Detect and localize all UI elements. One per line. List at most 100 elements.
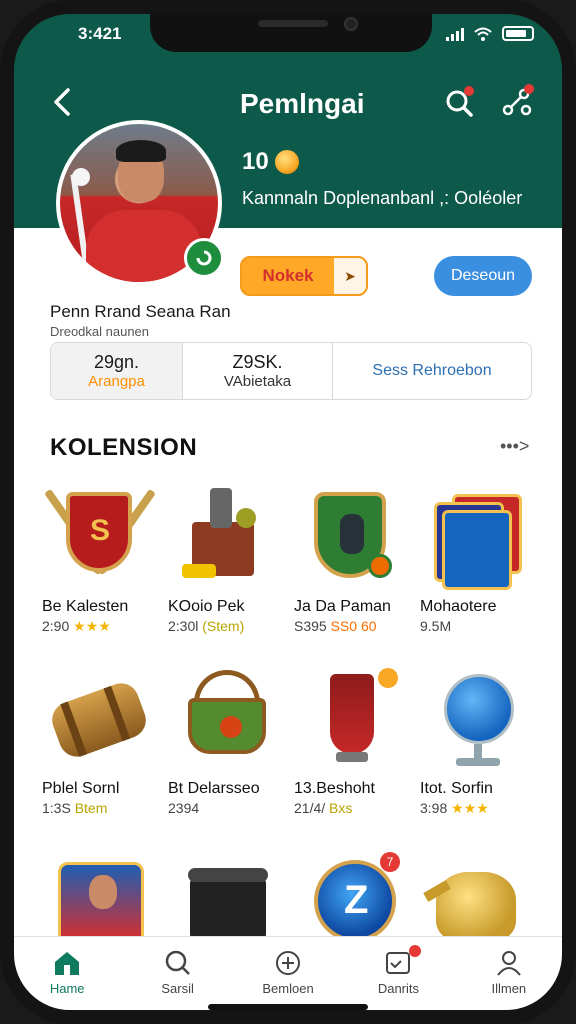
card-pack-icon — [426, 482, 530, 592]
item-name: 13.Beshoht — [294, 780, 375, 797]
item-tag: Bxs — [329, 800, 353, 816]
item-name: Mohaotere — [420, 598, 497, 615]
notification-dot — [524, 84, 534, 94]
collection-item[interactable]: Ja Da Paman S395 SS0 60 — [294, 482, 414, 634]
profile-subtitle: Dreodkal naunen — [50, 324, 150, 339]
collection-item[interactable]: Itot. Sorfin 3:98 ★★★ — [420, 664, 540, 817]
item-meta: 21/4/ Bxs — [294, 800, 414, 816]
collection-item[interactable] — [420, 854, 540, 942]
item-meta: S395 SS0 60 — [294, 618, 414, 634]
search-button[interactable] — [444, 86, 474, 118]
stat-label: VAbietaka — [223, 373, 292, 390]
item-tag: (Stem) — [202, 618, 245, 634]
primary-action-label: Nokek — [262, 266, 314, 285]
item-name: Bt Delarsseo — [168, 780, 260, 797]
item-meta-value: 2:90 — [42, 618, 70, 634]
collection-title: KOLENSION — [50, 434, 198, 461]
collection-item[interactable]: KOoio Pek 2:30l (Stem) — [168, 482, 288, 634]
signal-icon — [446, 27, 464, 41]
search-icon — [165, 950, 190, 975]
blue-coin-icon: Z 7 — [300, 852, 404, 942]
status-time: 3:421 — [78, 24, 122, 43]
collection-item[interactable]: Z 7 — [294, 852, 414, 942]
item-rating: ★★★ — [73, 618, 111, 634]
item-price: SS0 60 — [330, 618, 377, 634]
coin-icon — [274, 150, 299, 174]
nav-label: Hame — [49, 981, 85, 996]
item-meta-value: 1:3S — [42, 800, 71, 816]
item-meta: 2:90 ★★★ — [42, 618, 162, 635]
item-badge: 7 — [380, 852, 400, 872]
stat-link[interactable]: Sess Rehroebon — [333, 343, 531, 399]
nav-profile[interactable]: Illmen — [454, 937, 564, 1016]
collection-item[interactable]: S Be Kalesten 2:90 ★★★ — [42, 482, 162, 635]
stat-followers[interactable]: 29gn. Arangpa — [51, 343, 183, 399]
player-card-icon — [48, 854, 152, 942]
stat-following[interactable]: Z9SK. VAbietaka — [183, 343, 333, 399]
black-jar-icon — [174, 854, 278, 944]
item-meta: 1:3S Btem — [42, 800, 162, 816]
stat-link-label: Sess Rehroebon — [372, 362, 492, 379]
team-badge-icon — [300, 482, 404, 592]
barrel-icon — [47, 664, 152, 774]
nav-home[interactable]: Hame — [12, 937, 122, 1016]
item-meta: 3:98 ★★★ — [420, 800, 540, 817]
ball-graphic — [72, 168, 90, 186]
collection-item[interactable]: 13.Beshoht 21/4/ Bxs — [294, 664, 414, 816]
globe-icon — [426, 664, 530, 774]
item-rating: ★★★ — [451, 800, 489, 816]
collection-item[interactable]: Bt Delarsseo 2394 — [168, 664, 288, 816]
collection-item[interactable] — [42, 854, 162, 942]
notification-dot — [409, 945, 422, 957]
plus-circle-icon — [276, 951, 301, 975]
profile-name: Penn Rrand Seana Ran — [50, 302, 231, 321]
item-meta: 2:30l (Stem) — [168, 618, 288, 634]
back-arrow-icon[interactable] — [48, 86, 76, 118]
front-camera — [344, 17, 358, 31]
home-indicator[interactable] — [208, 1004, 368, 1010]
item-meta-value: 9.5M — [420, 618, 452, 634]
item-tag: Btem — [74, 800, 108, 816]
treasure-box-icon — [174, 482, 278, 592]
verified-badge-icon — [184, 238, 224, 278]
collection-item[interactable]: Pblel Sornl 1:3S Btem — [42, 664, 162, 816]
status-icons — [446, 26, 534, 41]
points-display: 10 — [242, 148, 299, 176]
collection-item[interactable]: Mohaotere 9.5M — [420, 482, 540, 634]
item-name: KOoio Pek — [168, 598, 245, 615]
shield-icon: S — [44, 482, 156, 592]
wifi-icon — [474, 27, 492, 41]
item-meta-value: 21/4/ — [294, 800, 326, 816]
app-screen: 3:421 Pemlngai 10 Kannnaln Doplenanbanl … — [12, 8, 564, 1016]
nav-label: Illmen — [491, 981, 527, 996]
item-meta-value: S395 — [294, 618, 327, 634]
item-name: Ja Da Paman — [294, 598, 391, 615]
battery-icon — [502, 26, 534, 41]
item-name: Be Kalesten — [42, 598, 129, 615]
page-title: Pemlngai — [240, 88, 365, 119]
stat-value: 29gn. — [93, 352, 140, 372]
share-button[interactable] — [500, 84, 534, 120]
jersey-graphic — [86, 210, 202, 282]
teapot-icon — [423, 854, 530, 942]
speaker-grille — [258, 20, 328, 27]
stat-label: Arangpa — [88, 373, 145, 390]
item-meta: 2394 — [168, 800, 288, 816]
item-meta-value: 2:30l — [168, 618, 199, 634]
collection-item[interactable] — [168, 854, 288, 944]
more-button[interactable]: •••> — [500, 436, 529, 457]
user-icon — [497, 951, 521, 976]
stats-bar: 29gn. Arangpa Z9SK. VAbietaka Sess Rehro… — [50, 342, 532, 400]
item-meta-value: 2394 — [168, 800, 200, 816]
stat-value: Z9SK. — [232, 352, 283, 372]
points-value: 10 — [242, 148, 269, 175]
arrow-icon: ➤ — [334, 258, 366, 294]
primary-action-button[interactable]: Nokek ➤ — [240, 256, 368, 296]
item-meta-value: 3:98 — [420, 800, 448, 816]
secondary-action-button[interactable]: Deseoun — [434, 256, 532, 296]
notification-dot — [464, 86, 474, 96]
item-meta: 9.5M — [420, 618, 540, 634]
nav-label: Bemloen — [262, 981, 314, 996]
device-notch — [150, 8, 432, 52]
nav-label: Sarsil — [161, 981, 194, 996]
